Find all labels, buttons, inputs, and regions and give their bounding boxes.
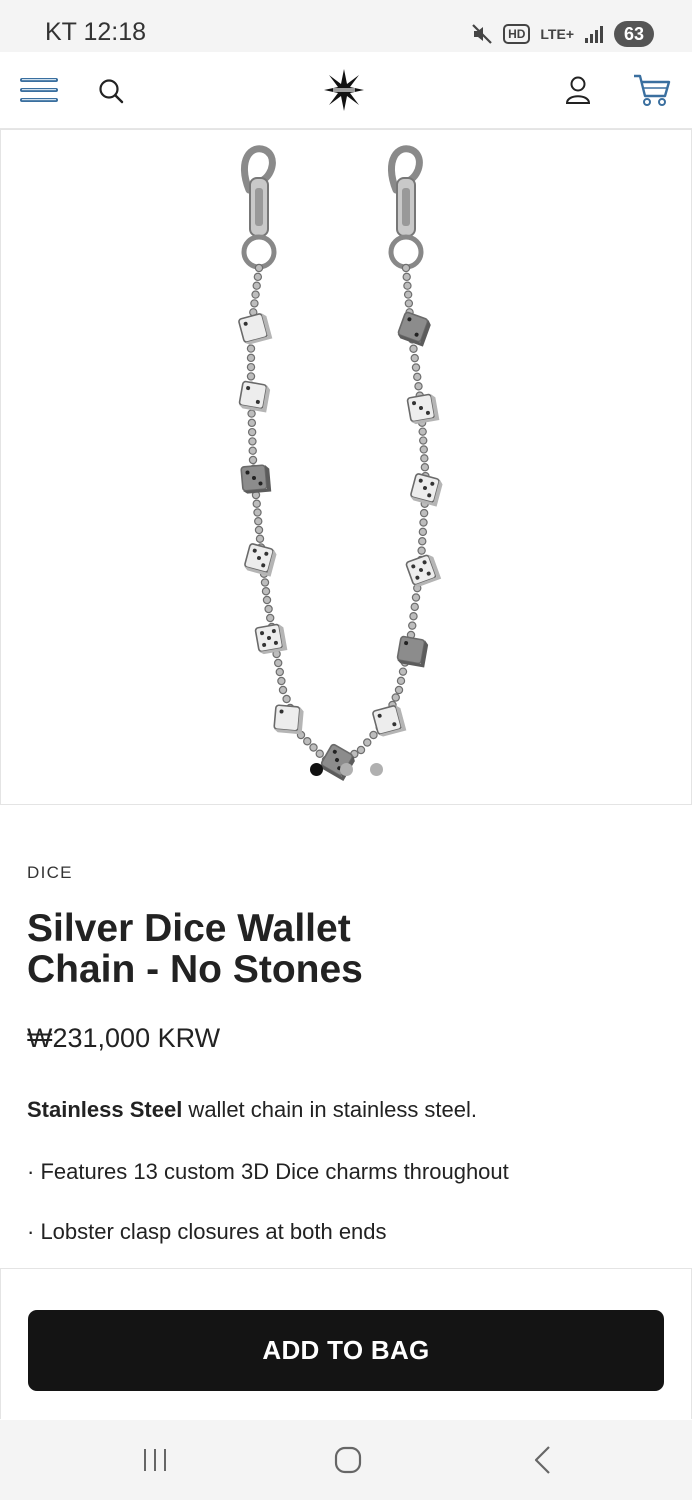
recent-apps-button[interactable] (130, 1438, 180, 1482)
dice-charm (238, 313, 273, 345)
signal-icon (585, 26, 603, 43)
account-icon (565, 76, 591, 104)
dice-charm (397, 311, 431, 347)
site-header (0, 52, 692, 129)
lte-label: LTE+ (540, 26, 574, 42)
home-button[interactable] (323, 1438, 373, 1482)
dice-charm (410, 473, 443, 507)
product-title: Silver Dice Wallet Chain - No Stones (27, 908, 627, 990)
dice-charm (254, 623, 288, 655)
status-bar: KT 12:18 HD LTE+ 63 (0, 0, 692, 52)
cart-icon (634, 74, 671, 106)
dice-charm (372, 705, 407, 737)
product-title-line-2: Chain - No Stones (27, 948, 363, 991)
account-button[interactable] (560, 72, 596, 108)
dice-charm (240, 464, 272, 494)
dice-charm (405, 554, 442, 587)
dice-charm (406, 393, 440, 425)
search-button[interactable] (94, 74, 128, 108)
home-icon (334, 1446, 362, 1474)
dice-charm (238, 380, 271, 413)
system-nav-bar (0, 1420, 692, 1500)
product-title-line-1: Silver Dice Wallet (27, 907, 351, 950)
brand-logo-star (324, 69, 364, 111)
product-description: Stainless Steel wallet chain in stainles… (27, 1097, 477, 1123)
gallery-dot-3[interactable] (370, 763, 383, 776)
dice-charm (396, 635, 429, 668)
feature-item-2: · Lobster clasp closures at both ends (27, 1219, 387, 1244)
recent-apps-icon (144, 1449, 166, 1471)
mute-icon (472, 24, 492, 44)
gallery-pagination (310, 763, 383, 776)
add-to-bag-button[interactable]: ADD TO BAG (28, 1310, 664, 1391)
back-button[interactable] (518, 1438, 568, 1482)
product-price: ₩231,000 KRW (27, 1023, 221, 1053)
feature-item-1: · Features 13 custom 3D Dice charms thro… (27, 1159, 509, 1184)
product-vendor[interactable]: DICE (27, 863, 73, 883)
status-time: KT 12:18 (45, 18, 147, 46)
description-material: Stainless Steel (27, 1097, 183, 1122)
hd-badge: HD (503, 24, 531, 44)
battery-indicator: 63 (614, 21, 654, 47)
back-icon (534, 1446, 550, 1474)
menu-icon (20, 78, 58, 102)
left-lobster-clasp (241, 145, 277, 270)
status-icons: HD LTE+ 63 (471, 18, 654, 50)
description-text: wallet chain in stainless steel. (182, 1097, 478, 1122)
dice-charm (273, 704, 304, 735)
product-image (238, 145, 443, 781)
product-image-gallery[interactable] (0, 129, 692, 805)
gallery-dot-1[interactable] (310, 763, 323, 776)
brand-logo[interactable] (323, 68, 365, 112)
gallery-dot-2[interactable] (340, 763, 353, 776)
search-icon (99, 79, 124, 104)
right-lobster-clasp (388, 145, 424, 270)
menu-button[interactable] (18, 72, 60, 108)
dice-charm (244, 543, 277, 577)
cart-button[interactable] (630, 70, 674, 110)
